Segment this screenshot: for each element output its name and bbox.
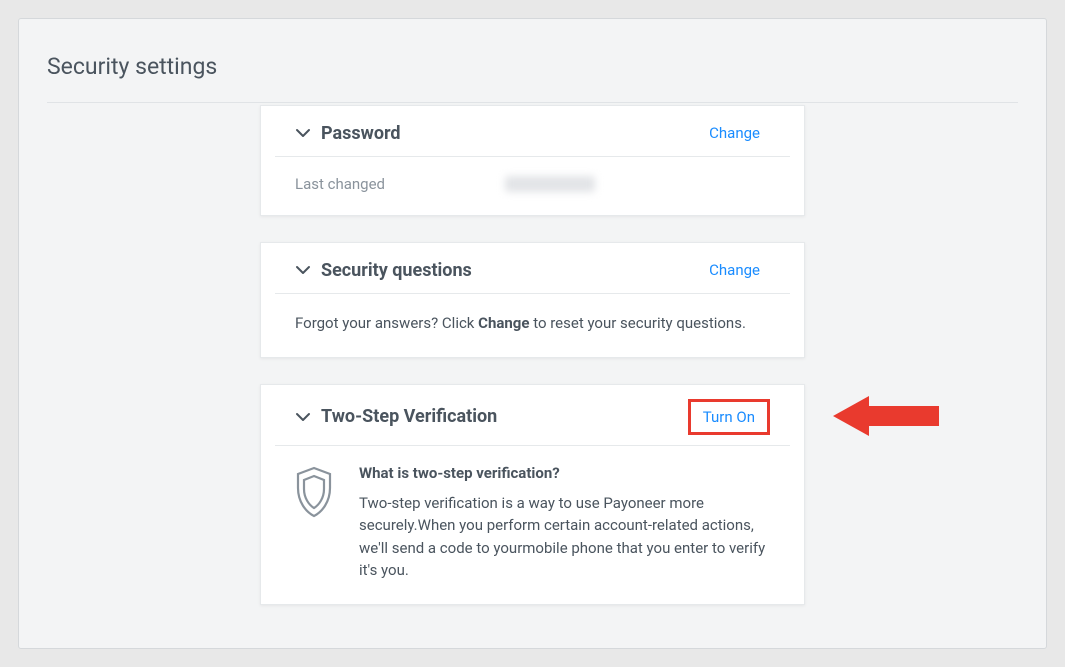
turn-on-twostep-button[interactable]: Turn On — [688, 399, 770, 435]
forgot-answers-text: Forgot your answers? Click Change to res… — [295, 312, 770, 335]
chevron-down-icon — [295, 262, 311, 278]
last-changed-label: Last changed — [295, 175, 385, 193]
arrow-annotation-icon — [833, 392, 943, 440]
twostep-heading: What is two-step verification? — [359, 464, 774, 482]
twostep-title: Two-Step Verification — [321, 406, 497, 427]
change-security-questions-button[interactable]: Change — [699, 257, 770, 283]
security-questions-card: Security questions Change Forgot your an… — [260, 242, 805, 358]
shield-icon — [291, 464, 337, 520]
security-questions-title: Security questions — [321, 260, 472, 281]
twostep-body: What is two-step verification? Two-step … — [261, 446, 804, 604]
password-card-header[interactable]: Password Change — [275, 106, 790, 157]
twostep-header[interactable]: Two-Step Verification Turn On — [275, 385, 790, 446]
change-password-button[interactable]: Change — [699, 120, 770, 146]
security-questions-body: Forgot your answers? Click Change to res… — [261, 294, 804, 357]
security-questions-header[interactable]: Security questions Change — [275, 243, 790, 294]
chevron-down-icon — [295, 409, 311, 425]
settings-panel: Security settings Password Change — [18, 18, 1047, 649]
twostep-card: Two-Step Verification Turn On What is tw… — [260, 384, 805, 605]
password-title: Password — [321, 123, 401, 144]
password-card: Password Change Last changed — [260, 105, 805, 216]
password-card-body: Last changed — [261, 157, 804, 215]
cards-container: Password Change Last changed — [47, 103, 1018, 605]
page-title: Security settings — [47, 39, 1018, 103]
chevron-down-icon — [295, 125, 311, 141]
last-changed-value — [505, 176, 595, 192]
twostep-description: Two-step verification is a way to use Pa… — [359, 492, 774, 582]
